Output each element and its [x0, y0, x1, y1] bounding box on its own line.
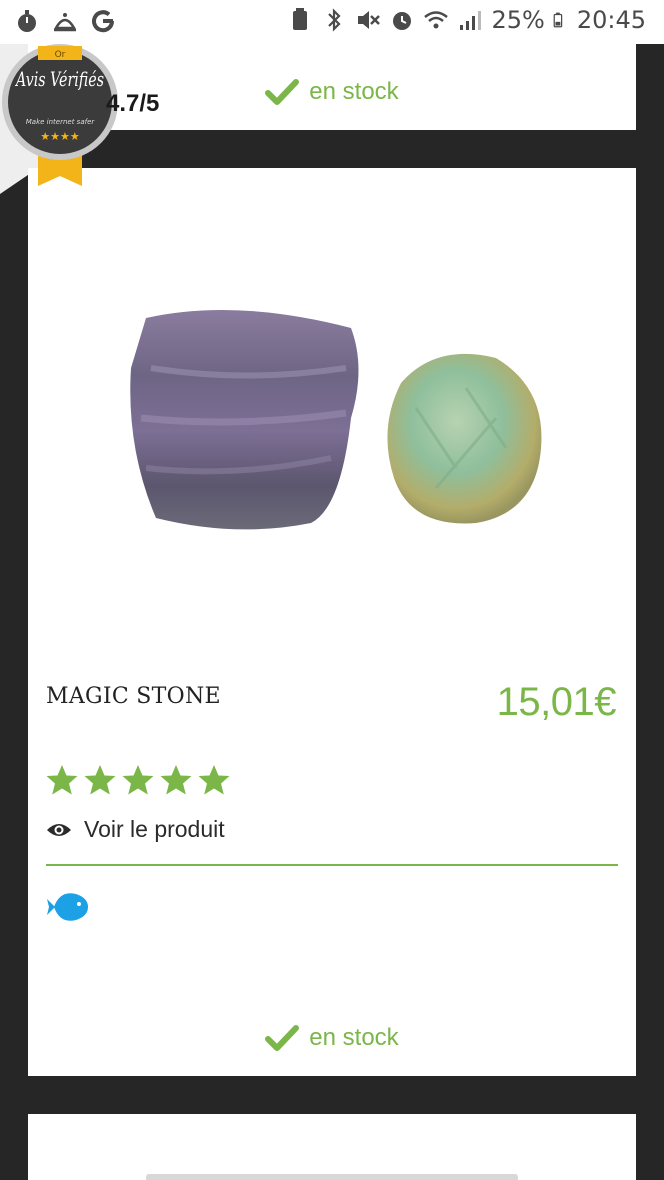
- star-icon: [198, 765, 230, 795]
- reviews-badge[interactable]: Or Avis Vérifiés Make internet safer ★★★…: [0, 44, 220, 194]
- avis-verifies-logo: Or Avis Vérifiés Make internet safer ★★★…: [0, 44, 220, 194]
- product-image[interactable]: [116, 298, 556, 538]
- status-bar-right: 25% 20:45: [287, 6, 646, 34]
- battery-percent: 25%: [491, 6, 545, 34]
- green-stone: [387, 353, 542, 524]
- status-bar-left: [14, 8, 116, 34]
- check-icon: [265, 1025, 300, 1051]
- stopwatch-icon: [18, 10, 36, 32]
- mute-icon: [358, 11, 381, 29]
- star-icon: [122, 765, 154, 795]
- logo-subtext: Make internet safer: [26, 118, 96, 126]
- fish-icon: [47, 893, 88, 921]
- battery-icon: [553, 12, 563, 28]
- clock-time: 20:45: [576, 6, 646, 34]
- signal-icon: [460, 11, 482, 30]
- ribbon-text: Or: [55, 50, 66, 60]
- product-name[interactable]: MAGIC STONE: [46, 684, 221, 709]
- next-product-image: [146, 1174, 518, 1180]
- eye-icon: [47, 823, 71, 836]
- star-icon: [160, 765, 192, 795]
- product-card[interactable]: MAGIC STONE 15,01€ Voir le produit en st…: [28, 168, 636, 1076]
- wifi-icon: [424, 11, 449, 29]
- google-icon: [92, 10, 115, 33]
- view-product-link[interactable]: Voir le produit: [46, 816, 225, 843]
- check-icon: [265, 79, 300, 105]
- stock-label: en stock: [309, 78, 399, 105]
- logo-text: Avis Vérifiés: [15, 67, 104, 91]
- view-product-label: Voir le produit: [84, 816, 225, 842]
- alarm-icon: [393, 12, 412, 30]
- product-price: 15,01€: [496, 680, 617, 724]
- stock-status: en stock: [28, 1024, 636, 1052]
- divider: [46, 864, 618, 866]
- badge-stars: ★★★★: [40, 130, 80, 143]
- badge-rating: 4.7/5: [106, 90, 160, 117]
- bluetooth-icon: [328, 8, 342, 32]
- lock-icon: [293, 8, 308, 30]
- next-product-card[interactable]: [28, 1114, 636, 1180]
- bell-icon: [53, 13, 77, 32]
- star-icon: [46, 765, 78, 795]
- star-icon: [84, 765, 116, 795]
- stock-label: en stock: [309, 1024, 399, 1051]
- rating-stars: [46, 764, 230, 796]
- status-bar: 25% 20:45: [0, 0, 664, 44]
